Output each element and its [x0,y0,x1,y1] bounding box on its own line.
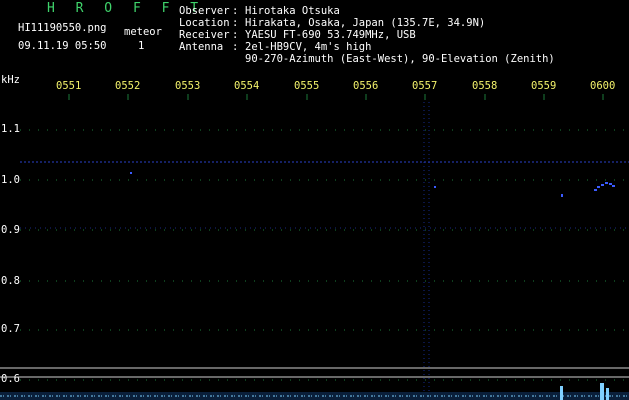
meteor-echo [130,172,615,197]
bottom-reference-lines [0,367,629,378]
spectrogram-canvas [0,94,629,400]
baseline-noise-strip [0,383,629,400]
x-tick-marks [68,94,604,100]
carrier-lines [20,161,629,229]
y-grid-lines [20,129,629,381]
vertical-traces [423,102,430,392]
